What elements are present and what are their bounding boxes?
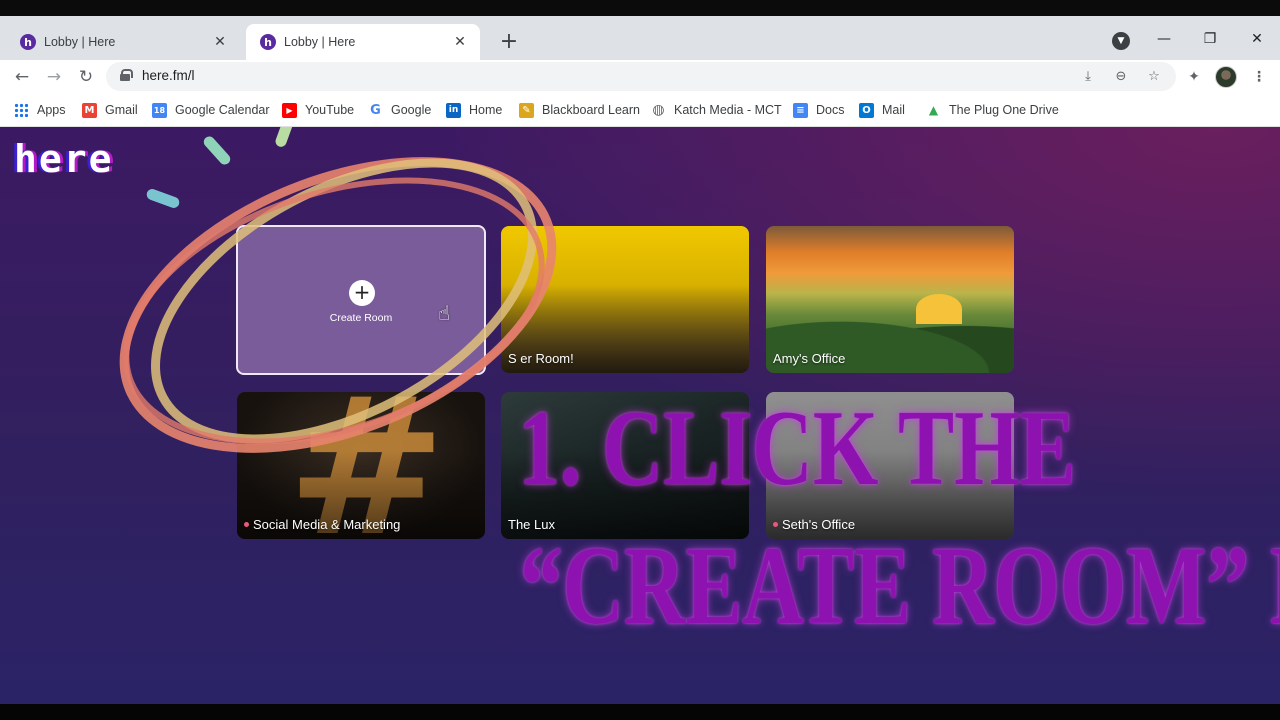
bookmark-gmail[interactable]: M Gmail	[82, 100, 138, 120]
youtube-icon: ▶	[282, 102, 297, 118]
address-bar[interactable]: here.fm/l ⤓ ⊖ ☆	[106, 62, 1176, 91]
bookmark-star-icon[interactable]: ☆	[1144, 66, 1164, 86]
tab-lobby-1[interactable]: h Lobby | Here ✕	[6, 24, 240, 60]
here-lobby-page: here + Create Room S er Room! Amy's Offi…	[0, 127, 1280, 704]
highlight-rings	[119, 157, 557, 453]
bookmark-blackboard-learn[interactable]: ✎ Blackboard Learn	[519, 100, 640, 120]
bookmark-label: YouTube	[305, 103, 355, 117]
install-icon[interactable]: ⤓	[1078, 66, 1098, 86]
window-close-button[interactable]: ✕	[1243, 26, 1271, 52]
tab-strip: h Lobby | Here ✕ h Lobby | Here ✕	[0, 16, 1280, 60]
screen-top-bar	[0, 0, 1280, 16]
room-card[interactable]: Amy's Office	[766, 226, 1014, 373]
bookmark-label: Mail	[882, 103, 905, 117]
bookmark-label: Katch Media - MCT	[674, 103, 782, 117]
linkedin-icon: in	[446, 102, 461, 118]
room-name-text: Amy's Office	[773, 351, 846, 366]
hand-cursor-icon: ☝	[438, 301, 451, 325]
menu-icon[interactable]: ⋮	[1248, 66, 1270, 88]
bookmark-label: Google Calendar	[175, 103, 270, 117]
bookmark-label: Home	[469, 103, 503, 117]
bookmark-google[interactable]: G Google	[368, 100, 431, 120]
bookmark-home[interactable]: in Home	[446, 100, 502, 120]
live-indicator-icon	[244, 522, 249, 527]
minimize-button[interactable]: —	[1150, 26, 1178, 52]
bookmark-youtube[interactable]: ▶ YouTube	[282, 100, 354, 120]
bookmark-katch-media[interactable]: ◍ Katch Media - MCT	[651, 100, 782, 120]
tab-title: Lobby | Here	[44, 35, 116, 49]
tab-title: Lobby | Here	[284, 35, 356, 49]
restore-button[interactable]: ❐	[1196, 26, 1224, 52]
drive-icon: ▲	[926, 102, 941, 118]
here-favicon-icon: h	[20, 34, 36, 50]
reload-button[interactable]: ↻	[73, 64, 99, 90]
room-name: Social Media & Marketing	[244, 517, 400, 532]
room-name-text: Social Media & Marketing	[253, 517, 401, 532]
bookmark-docs[interactable]: ≡ Docs	[793, 100, 844, 120]
tab-lobby-2[interactable]: h Lobby | Here ✕	[246, 24, 480, 60]
instruction-caption-line-1: 1. CLICK THE	[518, 389, 1076, 508]
bookmark-label: The Plug One Drive	[949, 103, 1059, 117]
bookmarks-bar: Apps M Gmail 18 Google Calendar ▶ YouTub…	[0, 93, 1280, 127]
screen-bottom-bar	[0, 704, 1280, 720]
browser-toolbar: ← → ↻ here.fm/l ⤓ ⊖ ☆ ✦ ⋮	[0, 60, 1280, 93]
bookmark-label: Blackboard Learn	[542, 103, 640, 117]
back-button[interactable]: ←	[9, 64, 35, 90]
lock-icon[interactable]	[120, 69, 133, 81]
close-icon[interactable]: ✕	[210, 32, 230, 52]
profile-avatar[interactable]	[1215, 66, 1237, 88]
instruction-caption-line-2: “CREATE ROOM” BOX	[520, 524, 1280, 648]
here-favicon-icon: h	[260, 34, 276, 50]
extensions-icon[interactable]: ✦	[1183, 66, 1205, 88]
new-tab-button[interactable]: +	[496, 28, 522, 54]
bookmark-label: Google	[391, 103, 432, 117]
zoom-icon[interactable]: ⊖	[1111, 66, 1131, 86]
room-name: Amy's Office	[773, 351, 845, 366]
here-logo[interactable]: here	[14, 137, 114, 181]
outlook-icon: O	[859, 102, 874, 118]
tab-search-icon[interactable]: ▼	[1112, 32, 1130, 50]
bookmark-label: Gmail	[105, 103, 138, 117]
docs-icon: ≡	[793, 102, 808, 118]
close-icon[interactable]: ✕	[450, 32, 470, 52]
bookmark-google-calendar[interactable]: 18 Google Calendar	[152, 100, 270, 120]
bookmark-label: Docs	[816, 103, 845, 117]
bookmark-apps[interactable]: Apps	[14, 100, 66, 120]
calendar-icon: 18	[152, 102, 167, 118]
forward-button[interactable]: →	[41, 64, 67, 90]
url-text[interactable]: here.fm/l	[142, 68, 195, 83]
apps-grid-icon	[14, 103, 28, 117]
globe-icon: ◍	[651, 102, 666, 118]
blackboard-icon: ✎	[519, 102, 534, 118]
bookmark-label: Apps	[37, 103, 66, 117]
google-icon: G	[368, 102, 383, 118]
gmail-icon: M	[82, 102, 97, 118]
bookmark-the-plug-one-drive[interactable]: ▲ The Plug One Drive	[926, 100, 1059, 120]
bookmark-mail[interactable]: O Mail	[859, 100, 905, 120]
